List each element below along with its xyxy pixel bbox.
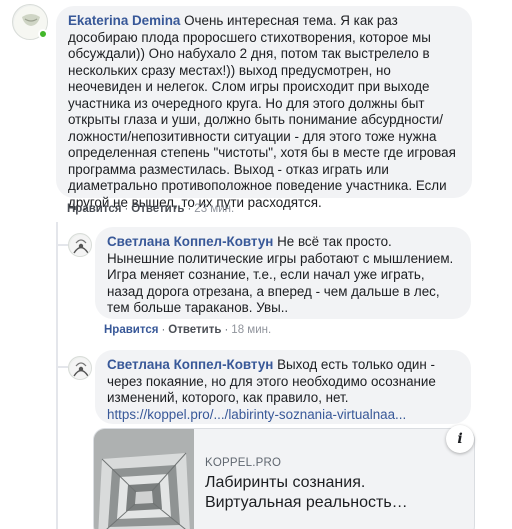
- comment-bubble: Светлана Коппел-Ковтун Не всё так просто…: [95, 227, 471, 319]
- comment-bubble: Светлана Коппел-Ковтун Выход есть только…: [95, 350, 471, 424]
- link-preview-card[interactable]: KOPPEL.PRO Лабиринты сознания. Виртуальн…: [93, 428, 475, 529]
- info-icon[interactable]: i: [446, 425, 474, 453]
- reply-button[interactable]: Ответить: [168, 324, 221, 336]
- comment-text: Очень интересная тема. Я как раз дособир…: [68, 13, 456, 210]
- comment-author[interactable]: Ekaterina Demina: [68, 13, 180, 28]
- reply-thread-hook: [56, 366, 68, 368]
- comment-actions: Нравится · Ответить · 18 мин.: [104, 322, 271, 339]
- comment-actions: Нравится · Ответить · 23 мин.: [67, 201, 234, 218]
- separator: ·: [224, 324, 229, 336]
- separator: ·: [124, 203, 129, 215]
- like-button[interactable]: Нравится: [67, 203, 121, 215]
- link-preview-domain: KOPPEL.PRO: [205, 457, 282, 469]
- separator: ·: [161, 324, 166, 336]
- avatar[interactable]: [68, 356, 92, 380]
- avatar[interactable]: [68, 233, 92, 257]
- link-preview-thumbnail: [94, 429, 194, 529]
- comment-author[interactable]: Светлана Коппел-Ковтун: [107, 357, 273, 372]
- link-preview-title[interactable]: Лабиринты сознания. Виртуальная реальнос…: [205, 473, 460, 513]
- timestamp[interactable]: 18 мин.: [231, 324, 271, 336]
- reply-thread-hook: [56, 244, 68, 246]
- timestamp[interactable]: 23 мин.: [194, 203, 234, 215]
- comment-bubble: Ekaterina Demina Очень интересная тема. …: [56, 6, 472, 210]
- reply-thread-line: [56, 222, 58, 529]
- like-button[interactable]: Нравится: [104, 324, 158, 336]
- comment-link[interactable]: https://koppel.pro/.../labirinty-soznani…: [107, 407, 406, 422]
- reply-button[interactable]: Ответить: [131, 203, 184, 215]
- separator: ·: [187, 203, 192, 215]
- online-status-dot: [38, 29, 48, 39]
- comment-author[interactable]: Светлана Коппел-Ковтун: [107, 234, 273, 249]
